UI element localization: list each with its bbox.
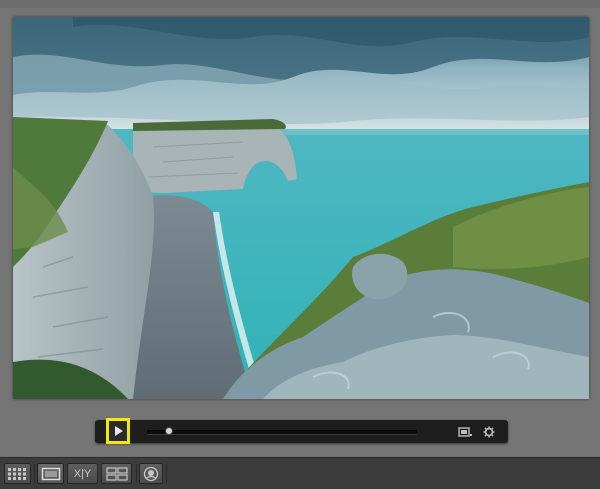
video-frame-image[interactable] <box>13 17 589 399</box>
frame-icon <box>458 427 472 437</box>
toolbar-divider <box>34 464 35 483</box>
toolbar-divider <box>166 464 167 483</box>
toolbar-divider <box>136 464 137 483</box>
top-panel-edge <box>0 0 600 8</box>
grid-view-icon <box>8 467 26 480</box>
frame-capture-button[interactable] <box>458 425 472 437</box>
survey-view-button[interactable] <box>101 463 132 484</box>
video-control-bar <box>95 418 508 444</box>
compare-view-button[interactable]: X|Y <box>67 463 98 484</box>
play-icon <box>115 426 123 436</box>
video-scrubber[interactable] <box>147 427 417 435</box>
loupe-view-button[interactable] <box>37 463 64 484</box>
cliffs-arch-sea-image <box>13 17 589 399</box>
play-button[interactable] <box>106 418 130 444</box>
video-settings-button[interactable] <box>483 425 495 438</box>
compare-view-label: X|Y <box>73 467 92 480</box>
bottom-toolbar: X|Y <box>0 457 600 489</box>
gear-icon <box>483 426 495 438</box>
people-view-button[interactable] <box>139 463 163 484</box>
people-view-icon <box>143 466 159 481</box>
loupe-view-icon <box>41 467 60 480</box>
survey-view-icon <box>105 466 128 481</box>
loupe-viewer <box>0 8 600 456</box>
scrubber-thumb[interactable] <box>164 427 173 435</box>
grid-view-button[interactable] <box>4 463 31 484</box>
